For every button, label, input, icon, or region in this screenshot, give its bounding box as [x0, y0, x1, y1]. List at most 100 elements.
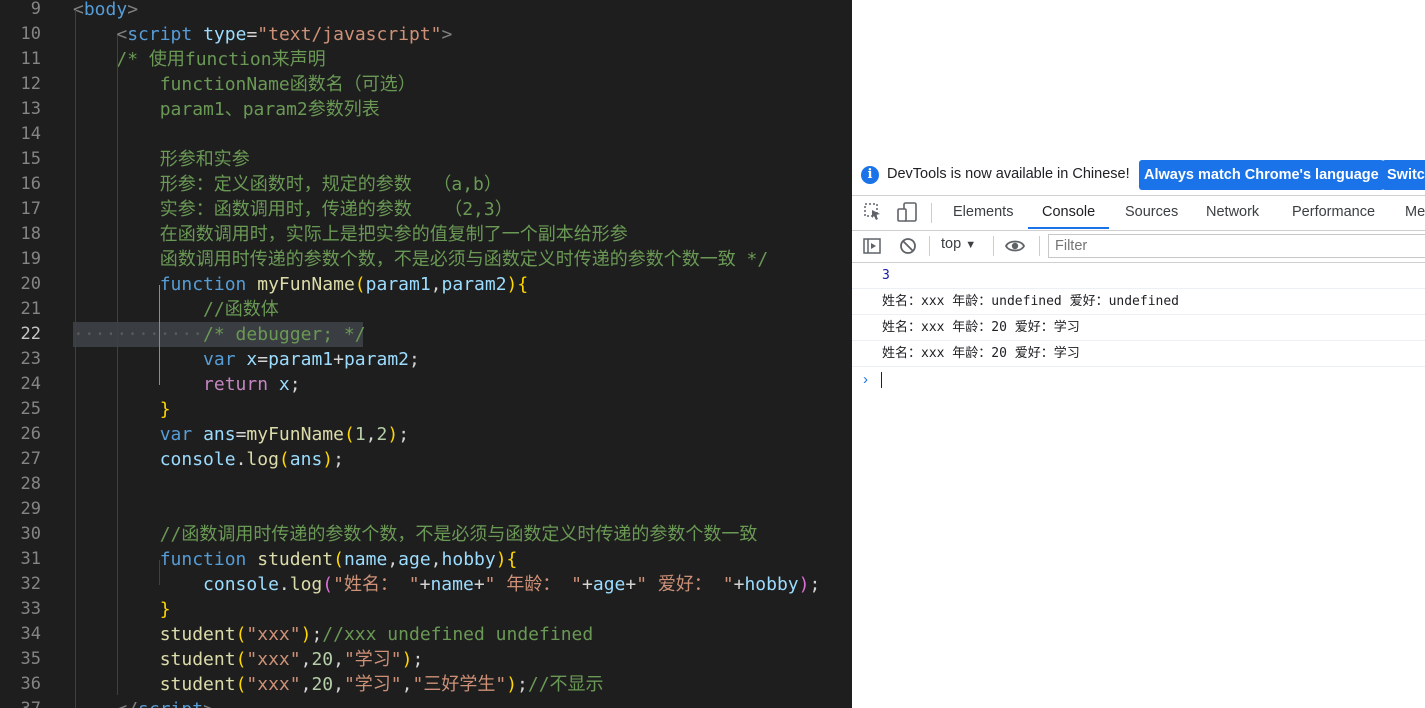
line-code: }	[73, 397, 171, 422]
code-line[interactable]: 37 </script>	[0, 697, 852, 708]
code-token: 实参：函数调用时，传递的参数 （2,3）	[73, 199, 513, 220]
toolbar-divider	[929, 236, 930, 256]
code-line[interactable]: 34 student("xxx");//xxx undefined undefi…	[0, 622, 852, 647]
code-token: }	[159, 599, 171, 620]
code-line[interactable]: 36 student("xxx",20,"学习","三好学生");//不显示	[0, 672, 852, 697]
code-line[interactable]: 12 functionName函数名（可选）	[0, 72, 852, 97]
code-token: "学习"	[343, 649, 402, 670]
code-token: +	[733, 574, 745, 595]
code-token: 形参：定义函数时，规定的参数 （a,b）	[73, 174, 502, 195]
line-code: function student(name,age,hobby){	[73, 547, 518, 572]
clear-console-icon[interactable]	[898, 236, 918, 261]
line-number: 20	[20, 274, 41, 294]
code-line[interactable]: 13 param1、param2参数列表	[0, 97, 852, 122]
line-code: 形参和实参	[73, 147, 250, 172]
line-number: 31	[20, 549, 41, 569]
code-token: param1、param2参数列表	[73, 99, 380, 120]
code-line[interactable]: 19 函数调用时传递的参数个数，不是必须与函数定义时传递的参数个数一致 */	[0, 247, 852, 272]
line-number: 26	[20, 424, 41, 444]
code-line[interactable]: 25 }	[0, 397, 852, 422]
code-line[interactable]: 29	[0, 497, 852, 522]
code-token: {	[517, 274, 529, 295]
line-number: 17	[20, 199, 41, 219]
code-token: )	[495, 549, 507, 570]
code-line[interactable]: 30 //函数调用时传递的参数个数，不是必须与函数定义时传递的参数个数一致	[0, 522, 852, 547]
device-toolbar-icon[interactable]	[896, 201, 918, 228]
line-code: student("xxx",20,"学习");	[73, 647, 424, 672]
devtools-tabbar: Elements Console Sources Network Perform…	[852, 196, 1425, 231]
code-line[interactable]: 17 实参：函数调用时，传递的参数 （2,3）	[0, 197, 852, 222]
switch-language-button[interactable]: Switch	[1382, 160, 1425, 190]
line-code: console.log("姓名： "+name+" 年龄： "+age+" 爱好…	[73, 572, 820, 597]
code-line[interactable]: 28	[0, 472, 852, 497]
code-token: 在函数调用时，实际上是把实参的值复制了一个副本给形参	[73, 224, 628, 245]
code-line[interactable]: 24 return x;	[0, 372, 852, 397]
code-token: ,	[430, 549, 442, 570]
code-token: script	[127, 24, 193, 45]
code-token: "xxx"	[246, 624, 301, 645]
code-line[interactable]: 11 /* 使用function来声明	[0, 47, 852, 72]
line-number: 28	[20, 474, 41, 494]
tab-memory[interactable]: Me	[1405, 196, 1425, 229]
line-number: 18	[20, 224, 41, 244]
code-line[interactable]: 18 在函数调用时，实际上是把实参的值复制了一个副本给形参	[0, 222, 852, 247]
code-token: param1	[365, 274, 431, 295]
code-token: "姓名： "	[333, 574, 420, 595]
show-sidebar-icon[interactable]	[862, 236, 882, 261]
code-token: )	[300, 624, 312, 645]
text-caret	[881, 372, 882, 388]
code-line[interactable]: 16 形参：定义函数时，规定的参数 （a,b）	[0, 172, 852, 197]
context-value: top	[941, 236, 962, 252]
code-line[interactable]: 33 }	[0, 597, 852, 622]
code-line[interactable]: 35 student("xxx",20,"学习");	[0, 647, 852, 672]
code-token: hobby	[744, 574, 799, 595]
code-line[interactable]: 23 var x=param1+param2;	[0, 347, 852, 372]
inspect-element-icon[interactable]	[863, 202, 883, 227]
code-token: 20	[311, 649, 334, 670]
code-token: +	[582, 574, 593, 595]
tab-console[interactable]: Console	[1028, 196, 1110, 229]
console-prompt[interactable]: ›	[852, 367, 1425, 392]
code-token: //函数调用时传递的参数个数，不是必须与函数定义时传递的参数个数一致	[159, 524, 758, 545]
console-filter-input[interactable]	[1048, 234, 1425, 258]
tab-network[interactable]: Network	[1206, 196, 1259, 229]
code-token: 形参和实参	[73, 149, 250, 170]
context-selector[interactable]: top ▼	[941, 236, 976, 252]
code-line[interactable]: 26 var ans=myFunName(1,2);	[0, 422, 852, 447]
code-editor[interactable]: 9 <body> 10 <script type="text/javascript"…	[0, 0, 852, 708]
code-line[interactable]: 27 console.log(ans);	[0, 447, 852, 472]
code-line[interactable]: 14	[0, 122, 852, 147]
line-number: 19	[20, 249, 41, 269]
prompt-chevron-icon: ›	[863, 371, 868, 388]
code-token: student	[159, 674, 236, 695]
line-code: param1、param2参数列表	[73, 97, 380, 122]
code-line[interactable]: 22 ············/* debugger; */	[0, 322, 852, 347]
code-token: =	[246, 24, 258, 45]
toolbar-divider	[1039, 236, 1040, 256]
code-line[interactable]: 10 <script type="text/javascript">	[0, 22, 852, 47]
line-number: 10	[20, 24, 41, 44]
code-line[interactable]: 20 function myFunName(param1,param2){	[0, 272, 852, 297]
code-token: console	[159, 449, 236, 470]
tab-performance[interactable]: Performance	[1292, 196, 1375, 229]
code-line[interactable]: 9 <body>	[0, 0, 852, 22]
code-token: //xxx undefined undefined	[322, 624, 594, 645]
code-line[interactable]: 15 形参和实参	[0, 147, 852, 172]
tab-sources[interactable]: Sources	[1125, 196, 1178, 229]
code-token: 1	[354, 424, 366, 445]
language-infobar: i DevTools is now available in Chinese! …	[852, 157, 1425, 196]
indent-guide	[75, 10, 76, 708]
live-expression-eye-icon[interactable]	[1004, 235, 1026, 262]
always-match-language-button[interactable]: Always match Chrome's language	[1139, 160, 1384, 190]
code-token: (	[235, 674, 247, 695]
indent-guide	[159, 560, 160, 585]
code-line[interactable]: 31 function student(name,age,hobby){	[0, 547, 852, 572]
tab-elements[interactable]: Elements	[953, 196, 1013, 229]
line-number: 24	[20, 374, 41, 394]
code-line[interactable]: 21 //函数体	[0, 297, 852, 322]
code-line[interactable]: 32 console.log("姓名： "+name+" 年龄： "+age+"…	[0, 572, 852, 597]
console-output[interactable]: 3 姓名：xxx 年龄：undefined 爱好：undefined 姓名：xxx …	[852, 263, 1425, 392]
code-token: ans	[289, 449, 323, 470]
line-code: student("xxx",20,"学习","三好学生");//不显示	[73, 672, 604, 697]
code-token: (	[322, 574, 334, 595]
